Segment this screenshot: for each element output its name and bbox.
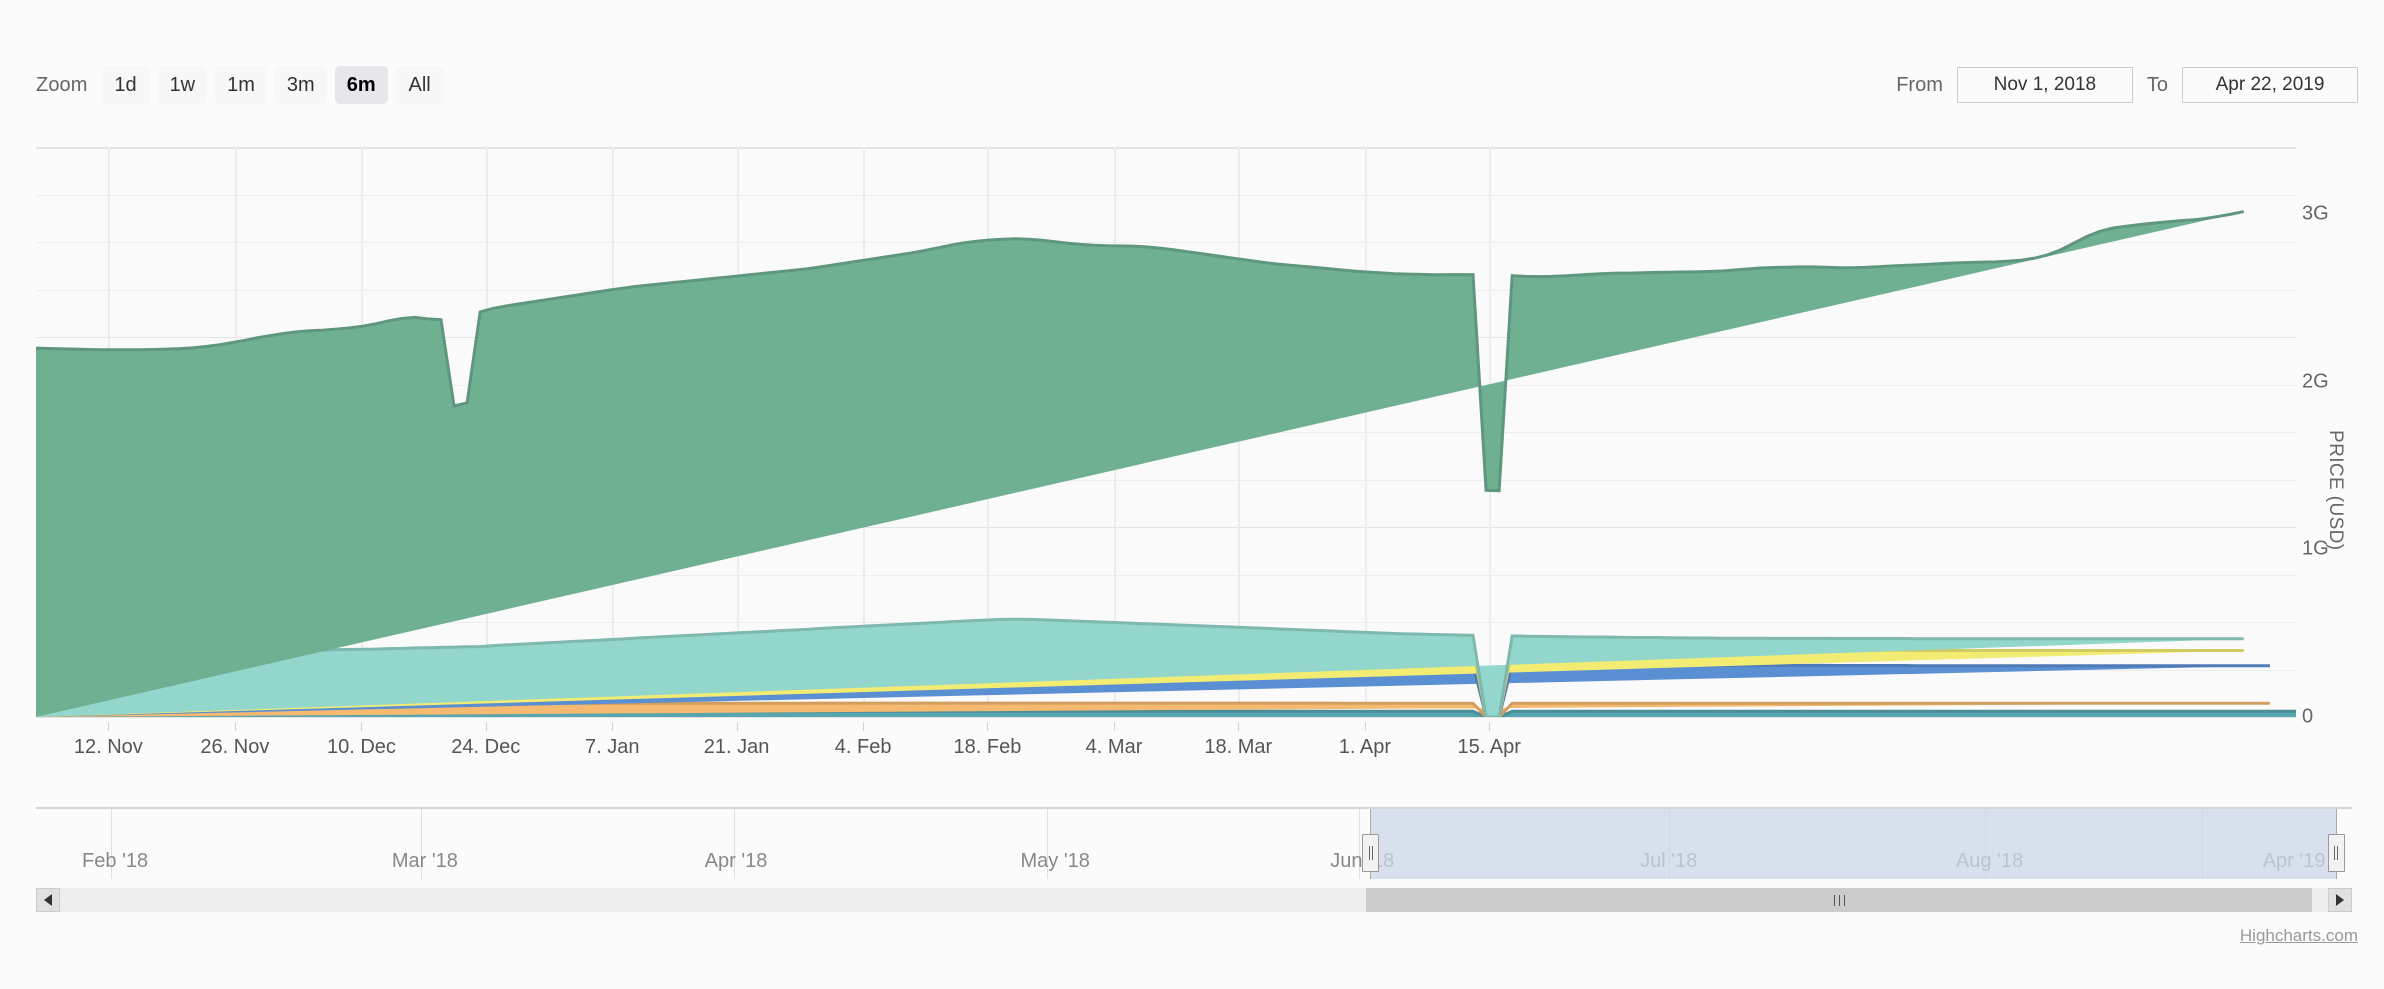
triangle-right-icon <box>2336 894 2344 906</box>
range-button-all[interactable]: All <box>395 66 444 104</box>
scrollbar-right-button[interactable] <box>2328 888 2352 912</box>
x-axis-tick-label: 1. Apr <box>1338 736 1392 758</box>
range-button-3m[interactable]: 3m <box>274 66 327 104</box>
x-axis-tick <box>987 722 989 731</box>
x-axis-tick <box>108 722 110 731</box>
x-axis-tick <box>234 722 236 731</box>
y-axis-tick-label: 0 <box>2302 705 2314 728</box>
to-label: To <box>2146 73 2168 96</box>
navigator[interactable]: Feb '18Mar '18Apr '18May '18Jun '18Jul '… <box>36 807 2352 879</box>
x-axis-tick <box>1238 722 1240 731</box>
x-axis-tick-label: 4. Feb <box>834 736 892 758</box>
y-axis-tick-label: 2G <box>2302 370 2329 393</box>
grip-vertical-icon <box>1832 894 1847 906</box>
scrollbar-left-button[interactable] <box>36 888 60 912</box>
range-button-6m[interactable]: 6m <box>334 66 388 104</box>
x-axis-tick-label: 10. Dec <box>326 736 396 758</box>
x-axis-tick-label: 4. Mar <box>1085 736 1143 758</box>
x-axis-tick <box>485 722 487 731</box>
plot-area[interactable] <box>36 147 2296 718</box>
navigator-handle-left[interactable] <box>1362 834 1380 872</box>
range-selector-inputs: From To <box>1882 62 2358 108</box>
x-axis-tick-label: 18. Feb <box>953 736 1022 758</box>
stacked-area-series <box>36 210 2296 717</box>
x-axis-tick <box>1114 722 1116 731</box>
y-axis-title: PRICE (USD) <box>2325 430 2346 551</box>
x-axis-tick <box>1364 722 1366 731</box>
zoom-label: Zoom <box>36 73 88 96</box>
triangle-left-icon <box>44 894 52 906</box>
x-axis-tick-label: 21. Jan <box>703 736 770 758</box>
from-label: From <box>1896 73 1943 96</box>
navigator-tick-label: Apr '18 <box>704 850 768 872</box>
x-axis-tick-label: 18. Mar <box>1204 736 1273 758</box>
highstock-chart: Zoom 1d 1w 1m 3m 6m All From To 01G2G3G … <box>0 0 2384 989</box>
x-axis-tick <box>736 722 738 731</box>
range-selector-buttons: Zoom 1d 1w 1m 3m 6m All <box>36 62 452 108</box>
range-button-1w[interactable]: 1w <box>157 66 208 104</box>
x-axis-labels: 12. Nov 26. Nov 10. Dec 24. Dec 7. Jan 21. Ja… <box>36 722 2296 762</box>
range-button-1m[interactable]: 1m <box>215 66 267 104</box>
scrollbar-thumb[interactable] <box>1366 888 2313 912</box>
x-axis-tick-label: 15. Apr <box>1457 736 1521 758</box>
x-axis-tick-label: 26. Nov <box>200 736 270 758</box>
x-axis-tick-label: 12. Nov <box>73 736 143 758</box>
gridline-h <box>36 717 2296 718</box>
x-axis-tick-label: 24. Dec <box>451 736 521 758</box>
from-date-input[interactable] <box>1956 67 2133 103</box>
navigator-tick-label: Mar '18 <box>391 850 458 872</box>
x-axis-tick <box>863 722 865 731</box>
y-axis-tick-label: 3G <box>2302 202 2329 225</box>
x-axis-tick-label: 7. Jan <box>585 736 640 758</box>
navigator-handle-right[interactable] <box>2327 834 2345 872</box>
navigator-tick-label: Feb '18 <box>82 850 149 872</box>
range-button-1d[interactable]: 1d <box>101 66 150 104</box>
x-axis-tick <box>1489 722 1491 731</box>
x-axis-tick <box>612 722 614 731</box>
to-date-input[interactable] <box>2182 67 2358 103</box>
navigator-tick-label: May '18 <box>1020 850 1090 872</box>
x-axis-tick <box>361 722 363 731</box>
navigator-selection-mask[interactable] <box>1370 809 2336 879</box>
highcharts-credits[interactable]: Highcharts.com <box>2240 926 2358 946</box>
scrollbar[interactable] <box>36 888 2352 912</box>
range-selector: Zoom 1d 1w 1m 3m 6m All From To <box>0 62 2384 108</box>
